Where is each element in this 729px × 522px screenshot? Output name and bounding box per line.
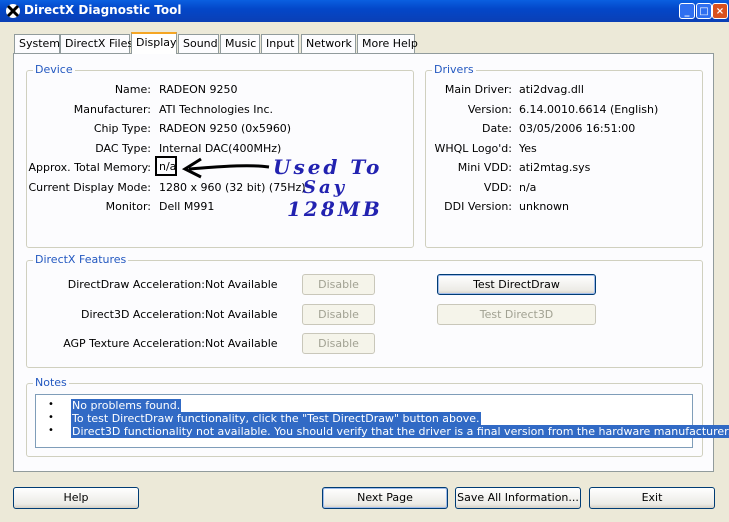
device-name-value: RADEON 9250 [159,83,238,96]
title-bar: DirectX Diagnostic Tool _ □ × [0,0,729,22]
dac-type-label: DAC Type: [95,142,151,155]
test-directdraw-button[interactable]: Test DirectDraw [437,274,596,295]
vdd-value: n/a [519,181,537,194]
drivers-group-title: Drivers [432,63,476,76]
version-label: Version: [467,103,512,116]
tab-sound[interactable]: Sound [178,34,219,53]
date-value: 03/05/2006 16:51:00 [519,122,636,135]
device-name-label: Name: [114,83,151,96]
tab-display[interactable]: Display [131,32,177,54]
tab-more-help[interactable]: More Help [357,34,418,53]
main-driver-value: ati2dvag.dll [519,83,584,96]
drivers-group: Drivers Main Driver: ati2dvag.dll Versio… [425,63,703,248]
chip-type-value: RADEON 9250 (0x5960) [159,122,292,135]
tab-network[interactable]: Network [301,34,356,53]
bullet: • [48,425,54,436]
vdd-label: VDD: [483,181,512,194]
manufacturer-value: ATI Technologies Inc. [159,103,274,116]
device-group: Device Name: RADEON 9250 Manufacturer: A… [26,63,414,248]
whql-label: WHQL Logo'd: [434,142,512,155]
bullet: • [48,399,54,410]
minimize-button[interactable]: _ [679,3,695,19]
save-all-information-button[interactable]: Save All Information... [455,487,581,509]
mini-vdd-value: ati2mtag.sys [519,161,591,174]
note-text: Direct3D functionality not available. Yo… [71,425,729,438]
disable-agp-button[interactable]: Disable [302,333,375,354]
tab-music[interactable]: Music [220,34,260,53]
agp-texture-accel-label: AGP Texture Acceleration: [63,337,205,350]
directx-icon [6,4,20,18]
dac-type-value: Internal DAC(400MHz) [159,142,282,155]
display-mode-label: Current Display Mode: [28,181,151,194]
notes-group: Notes • No problems found. • To test Dir… [26,376,729,457]
annotation-line-1: Used To [273,155,383,179]
features-group-title: DirectX Features [33,253,129,266]
directdraw-accel-label: DirectDraw Acceleration: [67,278,205,291]
note-text: No problems found. [71,399,182,412]
agp-texture-accel-value: Not Available [205,337,278,350]
maximize-button[interactable]: □ [696,3,712,19]
tab-directx-files[interactable]: DirectX Files [60,34,133,53]
manufacturer-label: Manufacturer: [73,103,151,116]
directx-features-group: DirectX Features DirectDraw Acceleration… [26,253,703,368]
monitor-label: Monitor: [105,200,151,213]
device-group-title: Device [33,63,75,76]
main-driver-label: Main Driver: [444,83,512,96]
annotation-arrow-icon [181,157,270,179]
annotation-line-3: 128MB [287,197,383,221]
version-value: 6.14.0010.6614 (English) [519,103,659,116]
direct3d-accel-value: Not Available [205,308,278,321]
annotation-line-2: Say [303,177,348,198]
direct3d-accel-label: Direct3D Acceleration: [81,308,205,321]
help-button[interactable]: Help [13,487,139,509]
notes-group-title: Notes [33,376,69,389]
list-item: • Direct3D functionality not available. … [36,425,729,438]
total-memory-label: Approx. Total Memory: [28,161,152,174]
list-item: • No problems found. [36,399,692,412]
ddi-version-label: DDI Version: [444,200,512,213]
total-memory-value: n/a [155,156,177,176]
whql-value: Yes [519,142,537,155]
chip-type-label: Chip Type: [93,122,151,135]
ddi-version-value: unknown [519,200,569,213]
disable-direct3d-button[interactable]: Disable [302,304,375,325]
monitor-value: Dell M991 [159,200,215,213]
date-label: Date: [482,122,512,135]
window-title: DirectX Diagnostic Tool [24,3,182,17]
exit-button[interactable]: Exit [589,487,715,509]
list-item: • To test DirectDraw functionality, clic… [36,412,692,425]
directdraw-accel-value: Not Available [205,278,278,291]
tab-input[interactable]: Input [261,34,299,53]
display-panel: Device Name: RADEON 9250 Manufacturer: A… [13,53,729,472]
mini-vdd-label: Mini VDD: [457,161,512,174]
notes-list[interactable]: • No problems found. • To test DirectDra… [35,394,729,448]
tab-system[interactable]: System [14,34,60,53]
note-text: To test DirectDraw functionality, click … [71,412,481,425]
test-direct3d-button[interactable]: Test Direct3D [437,304,596,325]
disable-directdraw-button[interactable]: Disable [302,274,375,295]
display-mode-value: 1280 x 960 (32 bit) (75Hz) [159,181,306,194]
close-button[interactable]: × [712,3,728,19]
next-page-button[interactable]: Next Page [322,487,448,509]
bullet: • [48,412,54,423]
